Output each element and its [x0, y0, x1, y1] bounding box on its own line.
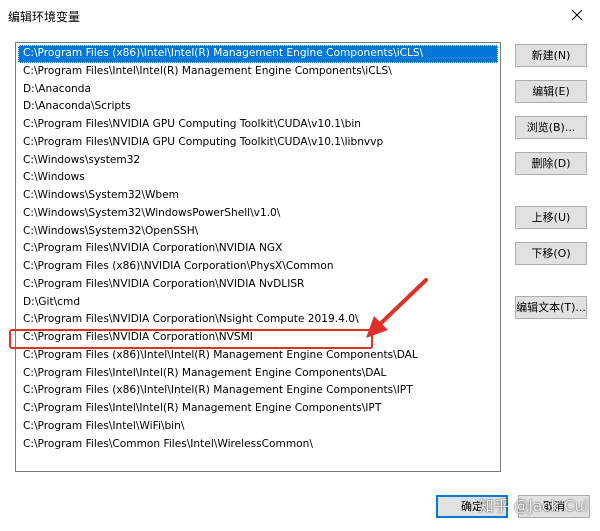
list-item[interactable]: C:\Program Files\NVIDIA Corporation\NVID… — [18, 240, 498, 258]
list-item[interactable]: D:\Anaconda\Scripts — [18, 98, 498, 116]
new-button[interactable]: 新建(N) — [515, 44, 587, 67]
list-item-highlighted[interactable]: C:\Program Files\NVIDIA Corporation\NVSM… — [18, 329, 498, 347]
ok-button[interactable]: 确定 — [436, 495, 508, 518]
list-item[interactable]: C:\Program Files\NVIDIA Corporation\Nsig… — [18, 311, 498, 329]
move-up-button[interactable]: 上移(U) — [515, 206, 587, 229]
list-item[interactable]: C:\Program Files\NVIDIA GPU Computing To… — [18, 134, 498, 152]
browse-button[interactable]: 浏览(B)... — [515, 116, 587, 139]
edit-text-button[interactable]: 编辑文本(T)... — [515, 296, 587, 319]
list-item[interactable]: C:\Program Files\Intel\Intel(R) Manageme… — [18, 365, 498, 383]
list-item[interactable]: C:\Program Files (x86)\Intel\Intel(R) Ma… — [18, 45, 498, 63]
list-item[interactable]: D:\Git\cmd — [18, 294, 498, 312]
list-item[interactable]: C:\Program Files\NVIDIA GPU Computing To… — [18, 116, 498, 134]
list-item[interactable]: C:\Program Files\NVIDIA Corporation\NVID… — [18, 276, 498, 294]
list-item[interactable]: C:\Program Files\Intel\Intel(R) Manageme… — [18, 63, 498, 81]
list-item[interactable]: C:\Windows\System32\OpenSSH\ — [18, 223, 498, 241]
close-button[interactable] — [554, 0, 600, 30]
move-down-button[interactable]: 下移(O) — [515, 242, 587, 265]
delete-button[interactable]: 删除(D) — [515, 152, 587, 175]
list-item[interactable]: C:\Windows\System32\Wbem — [18, 187, 498, 205]
path-list[interactable]: C:\Program Files (x86)\Intel\Intel(R) Ma… — [15, 42, 501, 472]
list-item[interactable]: C:\Program Files\Intel\WiFi\bin\ — [18, 418, 498, 436]
list-item[interactable]: C:\Program Files (x86)\Intel\Intel(R) Ma… — [18, 347, 498, 365]
list-item[interactable]: C:\Program Files (x86)\Intel\Intel(R) Ma… — [18, 382, 498, 400]
list-item[interactable]: D:\Anaconda — [18, 81, 498, 99]
edit-env-variable-dialog: 编辑环境变量 C:\Program Files (x86)\Intel\Inte… — [0, 0, 600, 531]
list-item[interactable]: C:\Program Files\Intel\Intel(R) Manageme… — [18, 400, 498, 418]
close-icon — [572, 10, 582, 20]
list-item[interactable]: C:\Windows — [18, 169, 498, 187]
list-item[interactable]: C:\Windows\system32 — [18, 152, 498, 170]
list-item[interactable]: C:\Program Files\Common Files\Intel\Wire… — [18, 436, 498, 454]
cancel-button[interactable]: 取消 — [518, 495, 590, 518]
title-bar: 编辑环境变量 — [0, 0, 600, 30]
list-item[interactable]: C:\Windows\System32\WindowsPowerShell\v1… — [18, 205, 498, 223]
window-title: 编辑环境变量 — [8, 10, 81, 24]
list-item[interactable]: C:\Program Files (x86)\NVIDIA Corporatio… — [18, 258, 498, 276]
path-list-items: C:\Program Files (x86)\Intel\Intel(R) Ma… — [18, 45, 498, 453]
edit-button[interactable]: 编辑(E) — [515, 80, 587, 103]
